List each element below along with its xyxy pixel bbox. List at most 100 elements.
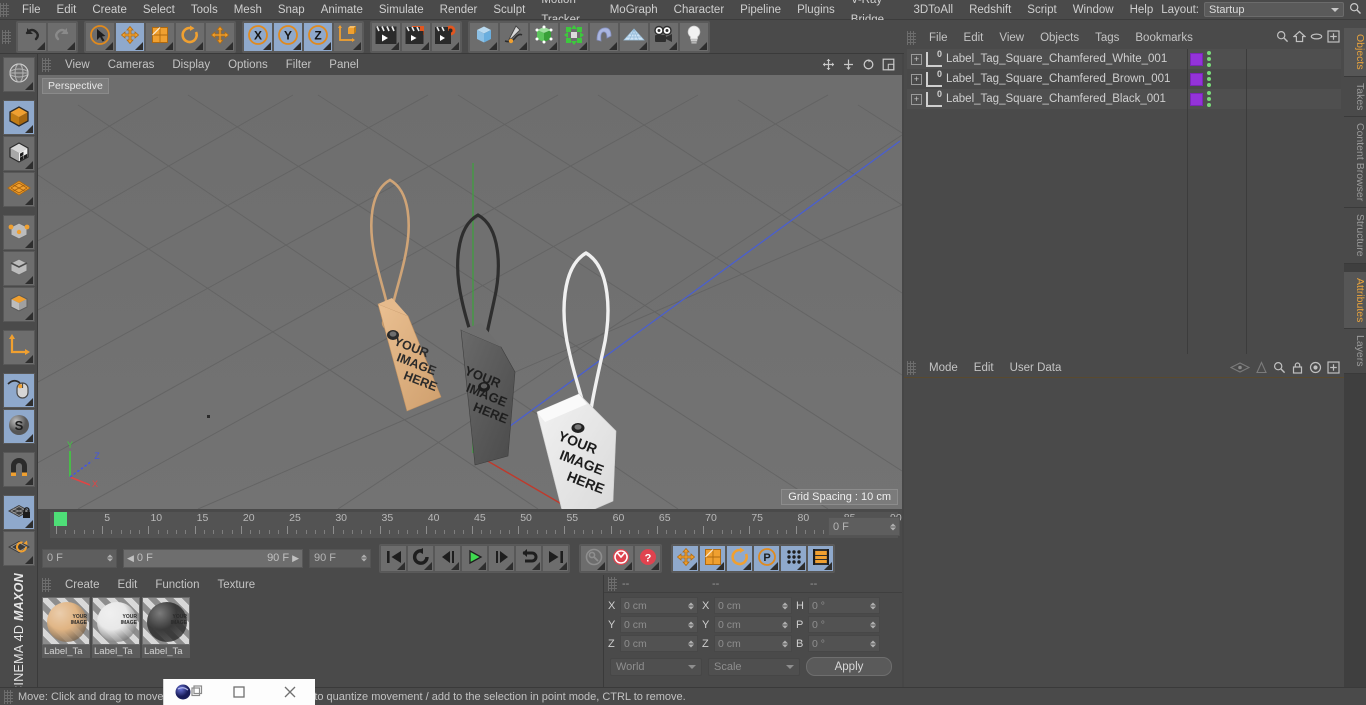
slider-left-arrow-icon[interactable]: ◀ [127, 553, 134, 564]
perspective-viewport[interactable]: YOUR IMAGE HERE YOUR YOUR IMAGE HERE [38, 75, 902, 509]
timeline-playhead[interactable] [54, 512, 67, 526]
object-name-cell[interactable]: +0 Label_Tag_Square_Chamfered_White_001 [907, 49, 1184, 69]
material-thumbnail[interactable]: YOUR IMAGE [42, 597, 90, 645]
size-z-input[interactable]: 0 cm [714, 635, 792, 652]
tab-attributes[interactable]: Attributes [1344, 271, 1366, 330]
autokeying-button[interactable] [607, 544, 634, 572]
menu-3dtoall[interactable]: 3DToAll [905, 0, 961, 20]
size-y-input[interactable]: 0 cm [714, 616, 792, 633]
visibility-dots-icon[interactable] [1207, 51, 1211, 67]
render-to-picture-viewer-button[interactable] [401, 21, 431, 52]
menu-simulate[interactable]: Simulate [371, 0, 432, 20]
close-window-icon[interactable] [265, 679, 315, 705]
menu-edit[interactable]: Edit [49, 0, 85, 20]
attributes-grip[interactable] [907, 360, 916, 375]
objects-menu-view[interactable]: View [991, 32, 1032, 44]
material-thumbnail[interactable]: YOUR IMAGE [92, 597, 140, 645]
point-level-animation-button[interactable] [780, 544, 807, 572]
end-frame-field[interactable]: 90 F [309, 548, 371, 568]
object-row[interactable]: +0 Label_Tag_Square_Chamfered_Brown_001 [907, 69, 1341, 89]
viewport-menu-options[interactable]: Options [219, 59, 277, 71]
spinner-icon[interactable] [782, 640, 788, 647]
menu-character[interactable]: Character [666, 0, 733, 20]
viewport-grip[interactable] [42, 57, 51, 72]
position-x-input[interactable]: 0 cm [620, 597, 698, 614]
add-cube-button[interactable] [469, 21, 499, 52]
home-icon[interactable] [1292, 30, 1307, 46]
visibility-dots-icon[interactable] [1207, 71, 1211, 87]
add-deformer-button[interactable] [589, 21, 619, 52]
animate-layers-icon[interactable] [1229, 361, 1251, 377]
object-row[interactable]: +0 Label_Tag_Square_Chamfered_Black_001 [907, 89, 1341, 109]
statusbar-grip[interactable] [4, 689, 13, 704]
expand-icon[interactable] [1327, 361, 1340, 377]
lock-icon[interactable] [1291, 361, 1304, 377]
slider-right-arrow-icon[interactable]: ▶ [292, 553, 299, 564]
tab-content-browser[interactable]: Content Browser [1344, 117, 1366, 209]
apply-button[interactable]: Apply [806, 657, 892, 676]
viewport-menu-panel[interactable]: Panel [320, 59, 367, 71]
object-name-cell[interactable]: +0 Label_Tag_Square_Chamfered_Black_001 [907, 89, 1184, 109]
material-menu-function[interactable]: Function [146, 575, 208, 595]
frame-field-right[interactable]: 0 F [828, 517, 900, 536]
objects-tree[interactable]: +0 Label_Tag_Square_Chamfered_White_001 +0… [907, 49, 1341, 354]
menu-create[interactable]: Create [84, 0, 135, 20]
world-object-coordinates[interactable] [333, 21, 363, 52]
objects-menu-edit[interactable]: Edit [956, 32, 992, 44]
objects-menu-file[interactable]: File [921, 32, 956, 44]
loop-button[interactable] [515, 544, 542, 572]
object-tag-cell[interactable] [1184, 71, 1244, 87]
rotation-b-input[interactable]: 0 ° [808, 635, 880, 652]
expand-toggle-icon[interactable]: + [911, 53, 922, 65]
menu-tools[interactable]: Tools [183, 0, 226, 20]
search-icon[interactable] [1349, 2, 1362, 18]
tab-objects[interactable]: Objects [1344, 28, 1366, 77]
search-icon[interactable] [1276, 30, 1289, 46]
render-view-button[interactable] [371, 21, 401, 52]
polygon-mode-button[interactable] [2, 287, 35, 322]
menu-select[interactable]: Select [135, 0, 183, 20]
menu-help[interactable]: Help [1122, 0, 1162, 20]
undo-button[interactable] [17, 21, 47, 52]
rotate-tool[interactable] [175, 21, 205, 52]
spinner-icon[interactable] [890, 523, 896, 530]
expand-icon[interactable] [1327, 30, 1340, 46]
cone-icon[interactable] [1255, 361, 1268, 377]
previous-frame-button[interactable] [434, 544, 461, 572]
menu-plugins[interactable]: Plugins [789, 0, 843, 20]
menu-redshift[interactable]: Redshift [961, 0, 1019, 20]
add-floor-button[interactable] [619, 21, 649, 52]
target-icon[interactable] [1309, 361, 1322, 377]
menu-pipeline[interactable]: Pipeline [732, 0, 789, 20]
material-item[interactable]: YOUR IMAGE Label_Ta [142, 597, 190, 658]
menu-mograph[interactable]: MoGraph [602, 0, 666, 20]
layout-select[interactable]: Startup [1204, 2, 1344, 17]
texture-tag-icon[interactable] [1190, 92, 1203, 106]
material-grip[interactable] [42, 578, 51, 592]
attributes-menu-edit[interactable]: Edit [966, 362, 1002, 374]
timeline-ruler[interactable]: 051015202530354045505560657075808590 [50, 512, 902, 538]
material-menu-create[interactable]: Create [56, 575, 109, 595]
attributes-menu-mode[interactable]: Mode [921, 362, 966, 374]
spinner-icon[interactable] [107, 554, 113, 562]
add-camera-button[interactable] [649, 21, 679, 52]
play-button[interactable] [461, 544, 488, 572]
spinner-icon[interactable] [870, 602, 876, 609]
make-editable-button[interactable] [2, 57, 35, 92]
material-item[interactable]: YOUR IMAGE Label_Ta [42, 597, 90, 658]
spinner-icon[interactable] [361, 554, 367, 562]
rotation-h-input[interactable]: 0 ° [808, 597, 880, 614]
spinner-icon[interactable] [870, 640, 876, 647]
zoom-viewport-icon[interactable] [841, 57, 856, 72]
coordinates-grip[interactable] [608, 576, 617, 591]
redo-button[interactable] [47, 21, 77, 52]
visibility-dots-icon[interactable] [1207, 91, 1211, 107]
add-array-button[interactable] [559, 21, 589, 52]
current-frame-field[interactable]: 0 F [42, 548, 117, 568]
y-axis-lock[interactable]: Y [273, 21, 303, 52]
timeline-toggle-button[interactable] [807, 544, 834, 572]
objects-grip[interactable] [907, 30, 916, 45]
menu-animate[interactable]: Animate [313, 0, 371, 20]
scale-tool[interactable] [145, 21, 175, 52]
menu-script[interactable]: Script [1019, 0, 1064, 20]
